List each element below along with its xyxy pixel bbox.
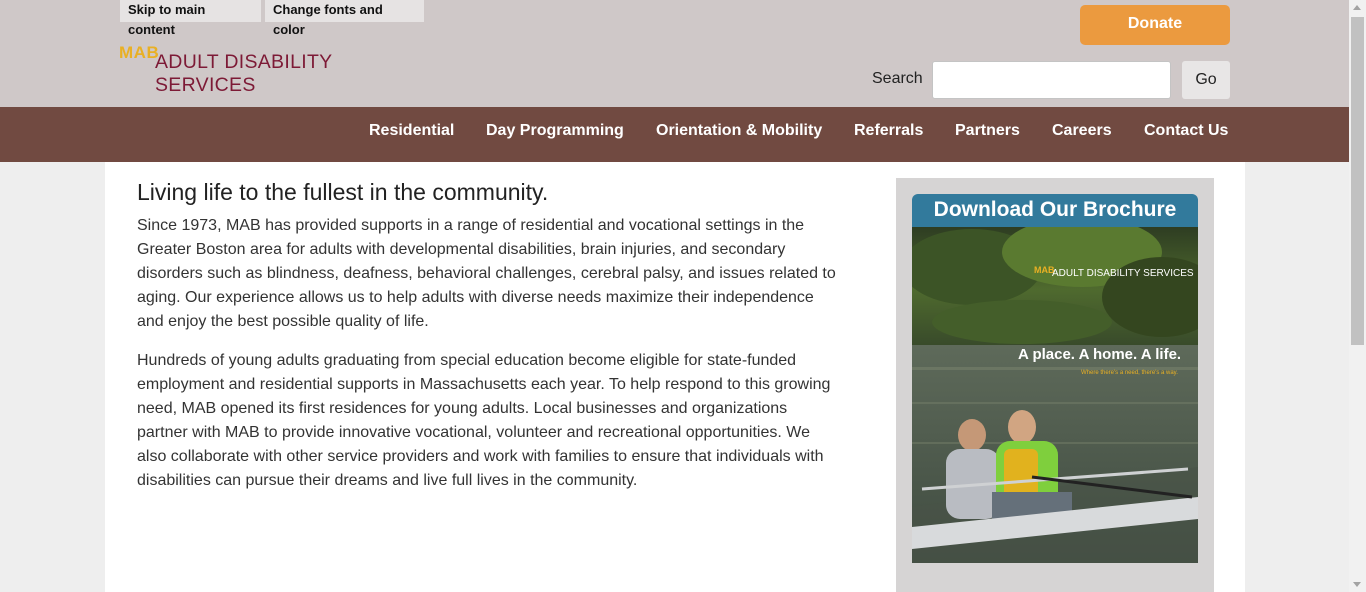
skip-to-main-link[interactable]: Skip to main content: [120, 0, 261, 37]
search-label: Search: [872, 70, 923, 87]
nav-item-careers[interactable]: Careers: [1052, 122, 1112, 140]
young-adults-paragraph: Hundreds of young adults graduating from…: [137, 352, 831, 489]
nav-item-orientation-mobility[interactable]: Orientation & Mobility: [656, 122, 822, 140]
brochure-logo-text: ADULT DISABILITY SERVICES: [1052, 268, 1194, 279]
intro-paragraph: Since 1973, MAB has provided supports in…: [137, 217, 836, 330]
brochure-subtagline: Where there's a need, there's a way.: [1081, 370, 1178, 376]
scroll-up-arrow-icon[interactable]: [1353, 5, 1361, 10]
brochure-title[interactable]: Download Our Brochure: [912, 194, 1198, 228]
main-nav: Residential Day Programming Orientation …: [0, 107, 1349, 162]
page-headline: Living life to the fullest in the commun…: [137, 179, 549, 205]
nav-item-partners[interactable]: Partners: [955, 122, 1020, 140]
logo-mab-text: MAB: [119, 43, 160, 62]
brochure-cover-image[interactable]: MAB ADULT DISABILITY SERVICES A place. A…: [912, 227, 1198, 563]
brochure-sidebar: Download Our Brochure MAB ADULT DISABILI…: [896, 178, 1214, 592]
logo-wordmark: ADULT DISABILITY SERVICES: [155, 51, 333, 96]
nav-item-referrals[interactable]: Referrals: [854, 122, 923, 140]
nav-item-residential[interactable]: Residential: [369, 122, 454, 140]
page-scrollbar[interactable]: [1349, 0, 1366, 592]
main-content: Living life to the fullest in the commun…: [105, 162, 1245, 592]
scrollbar-thumb[interactable]: [1351, 17, 1364, 345]
scroll-down-arrow-icon[interactable]: [1353, 582, 1361, 587]
site-header: Skip to main content Change fonts and co…: [0, 0, 1349, 107]
search-input[interactable]: [932, 61, 1171, 99]
brochure-tagline: A place. A home. A life.: [1018, 346, 1181, 363]
site-logo[interactable]: MAB ADULT DISABILITY SERVICES: [119, 42, 429, 96]
nav-item-contact-us[interactable]: Contact Us: [1144, 122, 1228, 140]
search-go-button[interactable]: Go: [1182, 61, 1230, 99]
donate-button[interactable]: Donate: [1080, 5, 1230, 45]
nav-item-day-programming[interactable]: Day Programming: [486, 122, 624, 140]
change-fonts-link[interactable]: Change fonts and color: [265, 0, 424, 37]
